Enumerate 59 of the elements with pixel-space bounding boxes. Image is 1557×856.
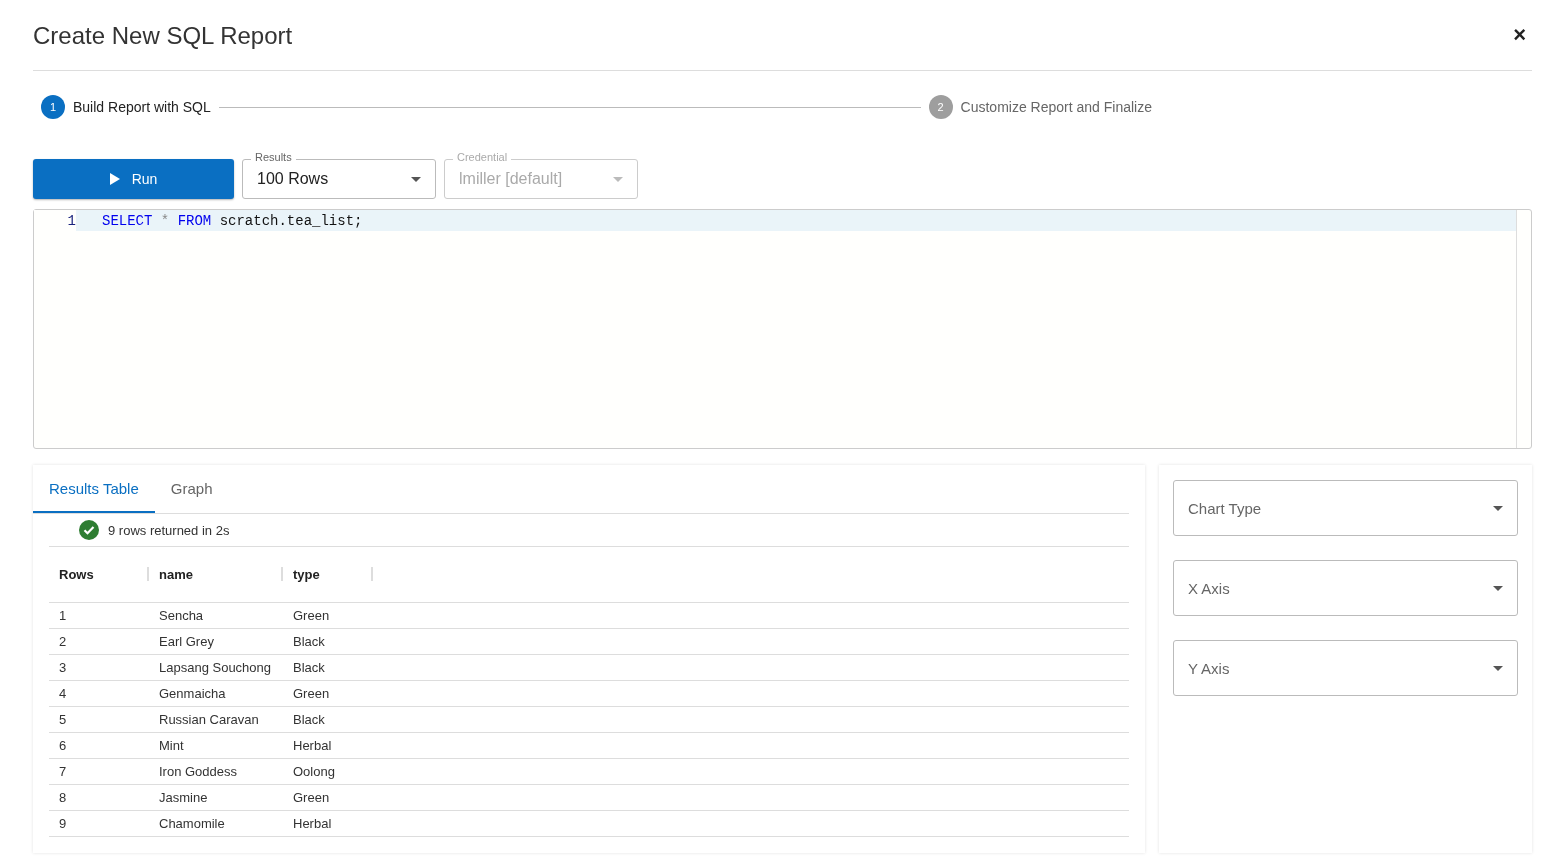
table-cell: Green — [283, 784, 373, 811]
field-label: Credential — [453, 151, 512, 163]
caret-icon — [1493, 585, 1503, 591]
table-cell: 4 — [49, 680, 149, 707]
select-value: 100 Rows — [257, 170, 329, 188]
step-item[interactable]: 2 Customize Report and Finalize — [928, 95, 1152, 119]
tab[interactable]: Results Table — [33, 465, 155, 513]
table-cell: Black — [283, 654, 373, 681]
table-cell: 6 — [49, 732, 149, 759]
table-cell: Chamomile — [149, 810, 283, 837]
table-cell: 7 — [49, 758, 149, 785]
tab[interactable]: Graph — [154, 465, 229, 513]
select-value: lmiller [default] — [459, 170, 563, 188]
select-placeholder: X Axis — [1188, 579, 1230, 597]
line-number: 1 — [34, 210, 76, 231]
select-field[interactable]: Y Axis — [1173, 640, 1518, 696]
run-button[interactable]: Run — [33, 159, 234, 199]
caret-icon — [411, 176, 421, 182]
table-cell: Black — [283, 628, 373, 655]
column-header: Rows — [49, 547, 149, 603]
check-circle-icon — [79, 520, 99, 540]
step-item[interactable]: 1 Build Report with SQL — [41, 95, 211, 119]
table-cell: Lapsang Souchong — [149, 654, 283, 681]
column-header: type — [283, 547, 373, 603]
table-cell: Mint — [149, 732, 283, 759]
table-cell: Herbal — [283, 810, 373, 837]
close-button[interactable]: × — [1507, 22, 1532, 48]
caret-icon — [1493, 665, 1503, 671]
table-cell: 2 — [49, 628, 149, 655]
table-cell: Earl Grey — [149, 628, 283, 655]
table-cell: Herbal — [283, 732, 373, 759]
step-number: 2 — [928, 95, 953, 119]
caret-icon — [1493, 505, 1503, 511]
table-cell: Sencha — [149, 602, 283, 629]
dialog-title: Create New SQL Report — [33, 21, 293, 50]
caret-icon — [613, 176, 623, 182]
step-number: 1 — [41, 95, 65, 119]
select-placeholder: Chart Type — [1188, 499, 1262, 517]
table-cell: Green — [283, 602, 373, 629]
table-cell: 1 — [49, 602, 149, 629]
column-header: name — [149, 547, 283, 603]
table-cell: Black — [283, 706, 373, 733]
select-placeholder: Y Axis — [1188, 659, 1230, 677]
play-icon — [109, 173, 120, 185]
table-cell: 5 — [49, 706, 149, 733]
table-cell: Oolong — [283, 758, 373, 785]
field-label: Results — [251, 151, 296, 163]
table-cell: Green — [283, 680, 373, 707]
table-cell: 8 — [49, 784, 149, 811]
table-cell: Russian Caravan — [149, 706, 283, 733]
table-cell: 9 — [49, 810, 149, 837]
table-cell: Genmaicha — [149, 680, 283, 707]
table-cell: Iron Goddess — [149, 758, 283, 785]
table-cell: 3 — [49, 654, 149, 681]
code-line[interactable]: SELECT * FROM scratch.tea_list; — [76, 212, 363, 229]
status-message: 9 rows returned in 2s — [108, 522, 230, 538]
select-field[interactable]: Chart Type — [1173, 480, 1518, 536]
table-cell: Jasmine — [149, 784, 283, 811]
select-field[interactable]: X Axis — [1173, 560, 1518, 616]
